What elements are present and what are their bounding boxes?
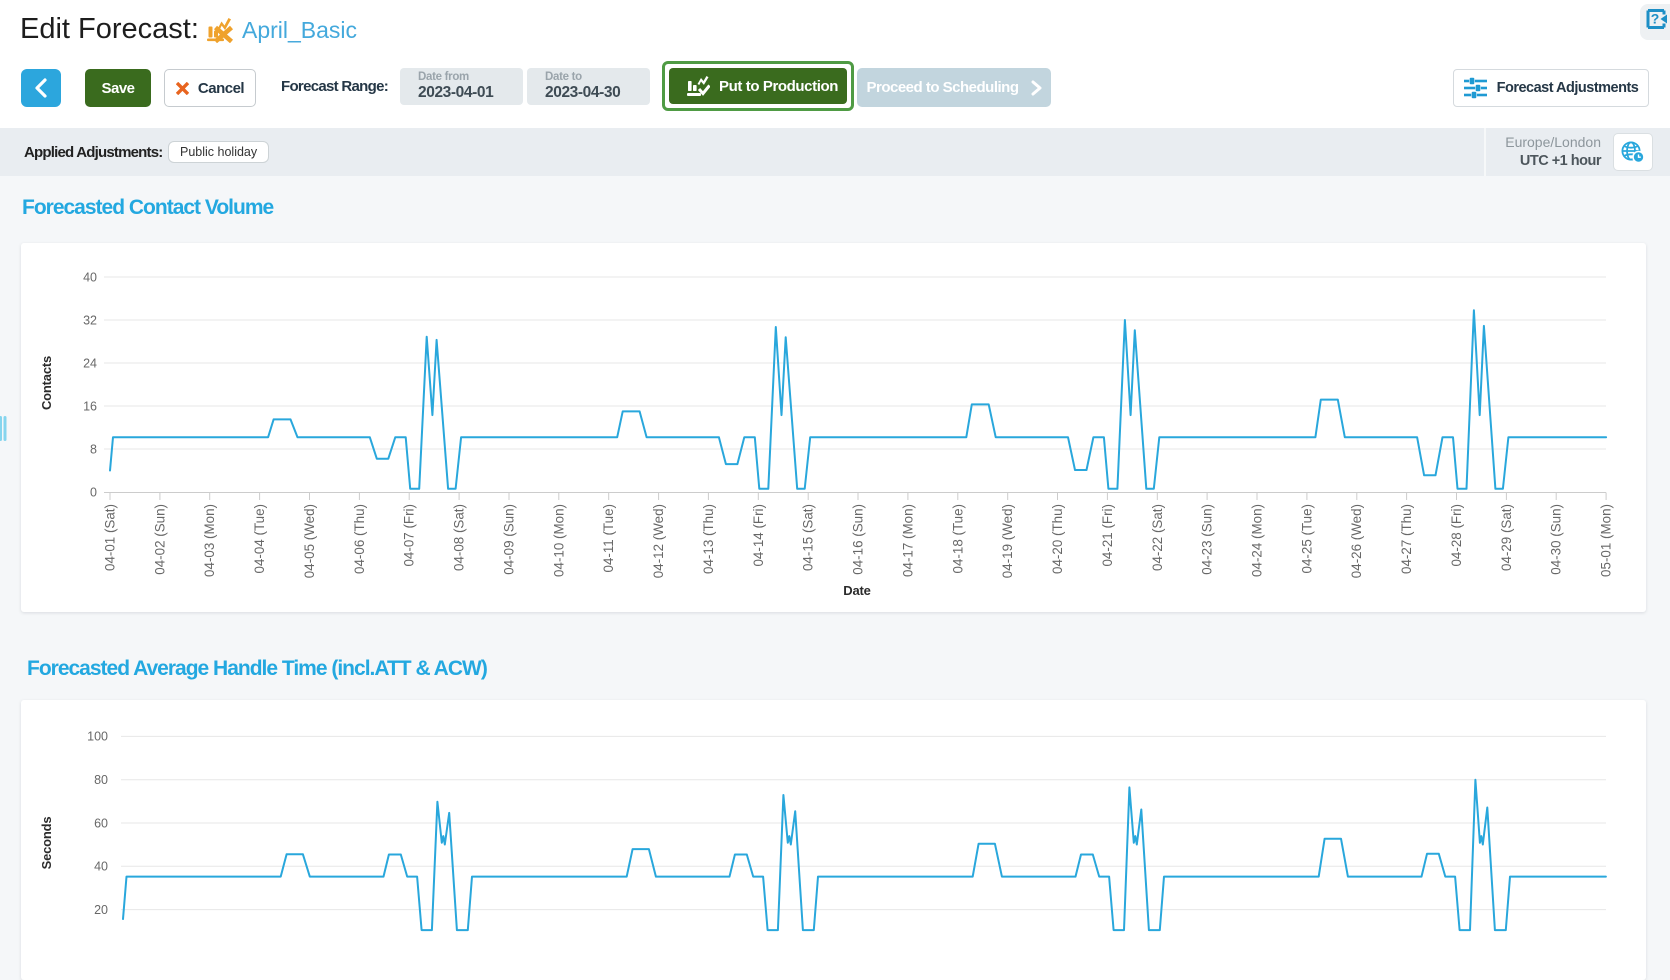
svg-text:8: 8 xyxy=(90,442,97,456)
svg-text:16: 16 xyxy=(83,399,97,413)
svg-text:04-05 (Wed): 04-05 (Wed) xyxy=(302,504,317,578)
svg-text:04-12 (Wed): 04-12 (Wed) xyxy=(651,504,666,578)
svg-text:Date: Date xyxy=(843,583,870,598)
svg-text:04-30 (Sun): 04-30 (Sun) xyxy=(1549,504,1564,575)
svg-text:04-11 (Tue): 04-11 (Tue) xyxy=(601,504,616,572)
svg-text:04-28 (Fri): 04-28 (Fri) xyxy=(1449,504,1464,567)
svg-text:04-23 (Sun): 04-23 (Sun) xyxy=(1200,504,1215,575)
svg-text:80: 80 xyxy=(94,773,108,787)
svg-text:04-29 (Sat): 04-29 (Sat) xyxy=(1499,504,1514,571)
svg-text:32: 32 xyxy=(83,313,97,327)
svg-text:05-01 (Mon): 05-01 (Mon) xyxy=(1599,504,1614,577)
svg-text:04-04 (Tue): 04-04 (Tue) xyxy=(252,504,267,573)
svg-text:0: 0 xyxy=(90,485,97,499)
svg-text:100: 100 xyxy=(87,730,108,744)
svg-text:20: 20 xyxy=(94,903,108,917)
svg-text:04-02 (Sun): 04-02 (Sun) xyxy=(152,504,167,575)
svg-text:04-15 (Sat): 04-15 (Sat) xyxy=(801,504,816,571)
svg-text:04-17 (Mon): 04-17 (Mon) xyxy=(900,504,915,577)
svg-text:04-22 (Sat): 04-22 (Sat) xyxy=(1150,504,1165,571)
svg-text:60: 60 xyxy=(94,816,108,830)
svg-text:04-07 (Fri): 04-07 (Fri) xyxy=(402,504,417,567)
svg-text:04-03 (Mon): 04-03 (Mon) xyxy=(202,504,217,577)
svg-text:40: 40 xyxy=(94,860,108,874)
svg-text:04-09 (Sun): 04-09 (Sun) xyxy=(502,504,517,575)
svg-text:04-18 (Tue): 04-18 (Tue) xyxy=(950,504,965,573)
svg-text:04-19 (Wed): 04-19 (Wed) xyxy=(1000,504,1015,578)
svg-text:04-06 (Thu): 04-06 (Thu) xyxy=(352,504,367,574)
svg-text:Contacts: Contacts xyxy=(39,356,54,410)
svg-text:04-21 (Fri): 04-21 (Fri) xyxy=(1100,504,1115,567)
svg-text:24: 24 xyxy=(83,356,97,370)
svg-text:04-20 (Thu): 04-20 (Thu) xyxy=(1050,504,1065,574)
svg-text:40: 40 xyxy=(83,270,97,284)
svg-text:04-08 (Sat): 04-08 (Sat) xyxy=(452,504,467,571)
svg-text:04-25 (Tue): 04-25 (Tue) xyxy=(1299,504,1314,573)
svg-text:04-26 (Wed): 04-26 (Wed) xyxy=(1349,504,1364,578)
svg-text:04-14 (Fri): 04-14 (Fri) xyxy=(751,504,766,567)
svg-text:04-13 (Thu): 04-13 (Thu) xyxy=(701,504,716,574)
svg-text:04-24 (Mon): 04-24 (Mon) xyxy=(1250,504,1265,577)
svg-text:04-01 (Sat): 04-01 (Sat) xyxy=(103,504,118,571)
svg-text:04-10 (Mon): 04-10 (Mon) xyxy=(551,504,566,577)
svg-text:04-27 (Thu): 04-27 (Thu) xyxy=(1399,504,1414,574)
svg-text:Seconds: Seconds xyxy=(39,817,54,870)
svg-text:04-16 (Sun): 04-16 (Sun) xyxy=(851,504,866,575)
